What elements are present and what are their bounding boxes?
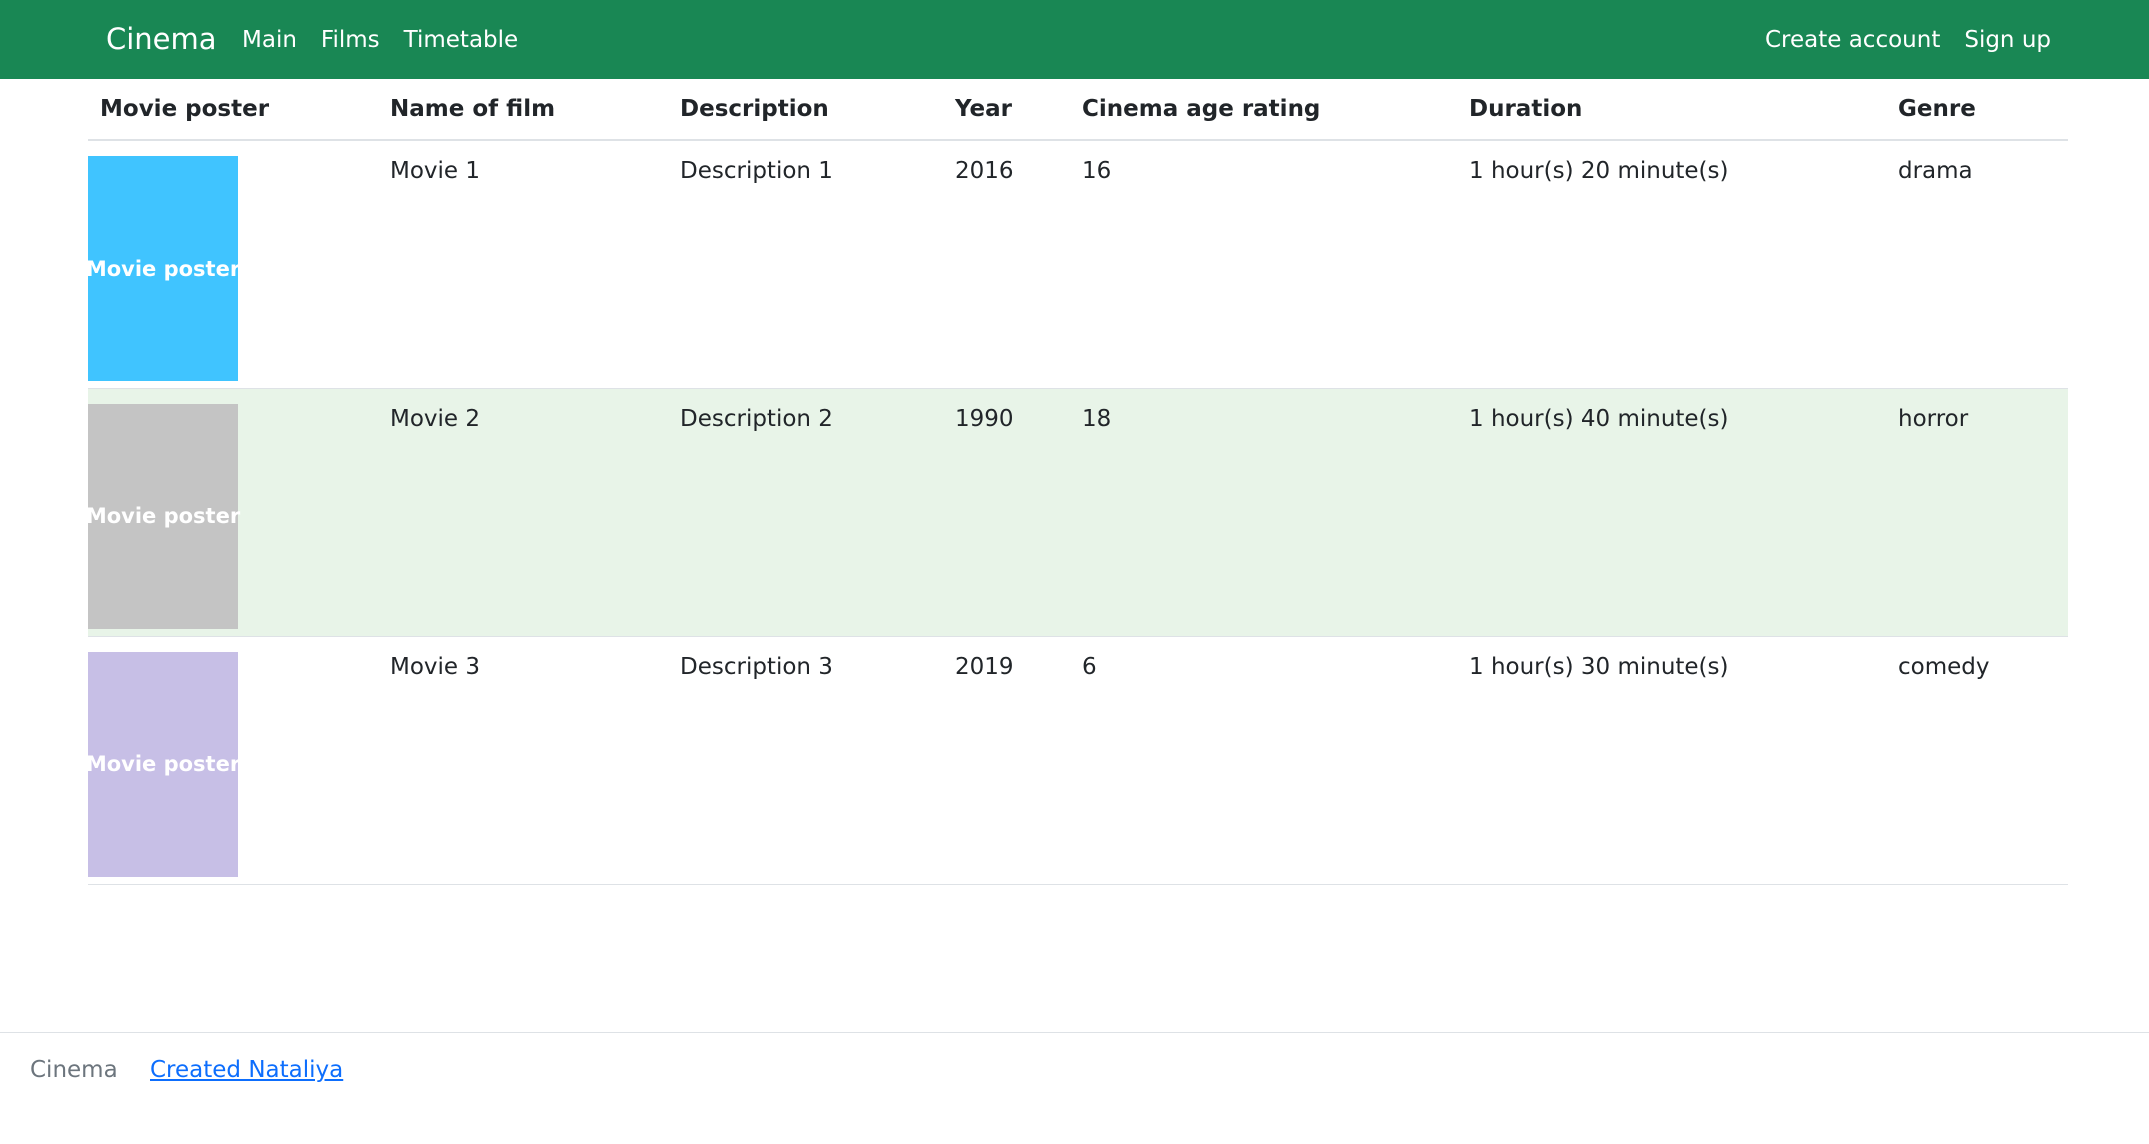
nav-link-films[interactable]: Films	[321, 27, 380, 53]
film-age-rating: 16	[1070, 140, 1457, 389]
film-name: Movie 2	[378, 388, 668, 637]
film-genre: horror	[1886, 388, 2068, 637]
table-row: Movie poster Movie 1 Description 1 2016 …	[86, 140, 2068, 389]
film-genre: drama	[1886, 140, 2068, 389]
film-name: Movie 1	[378, 140, 668, 389]
header-age-rating: Cinema age rating	[1070, 79, 1457, 141]
page-footer: Cinema Created Nataliya	[0, 1032, 2149, 1144]
films-table-container: Movie poster Name of film Description Ye…	[86, 79, 2068, 885]
header-genre: Genre	[1886, 79, 2068, 141]
film-age-rating: 6	[1070, 636, 1457, 885]
film-description: Description 2	[668, 388, 943, 637]
film-description: Description 1	[668, 140, 943, 389]
film-age-rating: 18	[1070, 388, 1457, 637]
film-year: 2019	[943, 636, 1070, 885]
header-duration: Duration	[1457, 79, 1886, 141]
film-year: 2016	[943, 140, 1070, 389]
poster-cell: Movie poster	[86, 636, 378, 885]
footer-brand: Cinema	[30, 1057, 118, 1083]
table-row: Movie poster Movie 3 Description 3 2019 …	[86, 636, 2068, 885]
navbar-left-links: Main Films Timetable	[242, 0, 518, 79]
table-row: Movie poster Movie 2 Description 2 1990 …	[86, 388, 2068, 637]
header-name-of-film: Name of film	[378, 79, 668, 141]
navbar-right-links: Create account Sign up	[1765, 0, 2051, 79]
movie-poster-image[interactable]: Movie poster	[86, 156, 240, 381]
films-table: Movie poster Name of film Description Ye…	[86, 79, 2068, 885]
navbar-brand[interactable]: Cinema	[106, 0, 217, 79]
poster-cell: Movie poster	[86, 140, 378, 389]
table-header-row: Movie poster Name of film Description Ye…	[88, 79, 2068, 141]
nav-link-main[interactable]: Main	[242, 27, 297, 53]
film-description: Description 3	[668, 636, 943, 885]
film-name: Movie 3	[378, 636, 668, 885]
film-genre: comedy	[1886, 636, 2068, 885]
poster-cell: Movie poster	[86, 388, 378, 637]
header-movie-poster: Movie poster	[88, 79, 378, 141]
nav-link-sign-up[interactable]: Sign up	[1964, 27, 2051, 53]
nav-link-create-account[interactable]: Create account	[1765, 27, 1940, 53]
header-year: Year	[943, 79, 1070, 141]
movie-poster-image[interactable]: Movie poster	[86, 403, 240, 629]
film-year: 1990	[943, 388, 1070, 637]
nav-link-timetable[interactable]: Timetable	[404, 27, 519, 53]
film-duration: 1 hour(s) 20 minute(s)	[1457, 140, 1886, 389]
movie-poster-image[interactable]: Movie poster	[86, 651, 240, 877]
film-duration: 1 hour(s) 40 minute(s)	[1457, 388, 1886, 637]
top-navbar: Cinema Main Films Timetable Create accou…	[0, 0, 2149, 79]
film-duration: 1 hour(s) 30 minute(s)	[1457, 636, 1886, 885]
footer-author-link[interactable]: Created Nataliya	[150, 1057, 343, 1083]
header-description: Description	[668, 79, 943, 141]
